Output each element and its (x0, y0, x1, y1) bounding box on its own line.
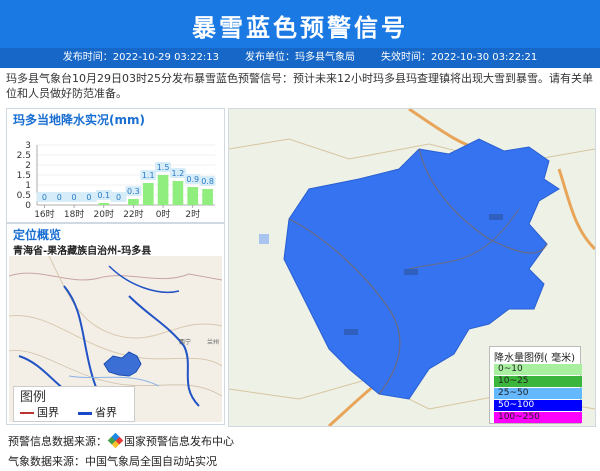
precip-bar (98, 203, 110, 205)
data-label: 1.2 (172, 169, 185, 178)
precip-legend-item-0-10: 0~10 (494, 364, 582, 375)
location-panel: 定位概览 青海省-果洛藏族自治州-玛多县 西宁 兰州 图例 国界 省界 (6, 223, 225, 425)
precip-legend-item-100-250: 100~250 (494, 412, 582, 423)
warning-description: 玛多县气象台10月29日03时25分发布暴雪蓝色预警信号：预计未来12小时玛多县… (6, 72, 593, 100)
expire-time: 失效时间：2022-10-30 03:22:21 (381, 52, 538, 63)
rainfall-chart: 00.511.522.530 0 0 0 0.1 00.31.11.51.20.9 0.81… (17, 141, 216, 220)
overview-minimap[interactable]: 西宁 兰州 图例 国界 省界 (9, 256, 222, 422)
data-label: 0 (116, 193, 121, 202)
minimap-city-lanzhou: 兰州 (207, 338, 219, 346)
data-label: 0.3 (127, 187, 140, 196)
header-bar: 暴雪蓝色预警信号 (0, 0, 600, 48)
data-label: 0 (72, 193, 77, 202)
data-label: 1.5 (157, 163, 170, 172)
data-label: 0 (57, 193, 62, 202)
precipitation-legend: 降水量图例( 毫米) 0~10 10~25 25~50 50~100 100~2… (489, 346, 582, 424)
precip-bar (187, 187, 199, 205)
x-tick-label: 0时 (156, 208, 171, 220)
warning-center-logo (107, 432, 124, 449)
precip-legend-item-50-100: 50~100 (494, 400, 582, 411)
weather-source: 气象数据来源：中国气象局全国自动站实况 (8, 455, 217, 468)
legend-title: 图例 (20, 390, 47, 405)
precip-legend-title: 降水量图例( 毫米) (494, 353, 575, 364)
y-tick-label: 0 (25, 201, 31, 211)
country-border-swatch (20, 412, 34, 414)
data-label: 1.1 (142, 171, 155, 180)
warning-map[interactable]: 降水量图例( 毫米) 0~10 10~25 25~50 50~100 100~2… (228, 108, 596, 427)
precip-bar (142, 183, 154, 205)
x-tick-label: 20时 (94, 208, 114, 220)
precip-bar (128, 199, 139, 205)
y-tick-label: 1 (25, 181, 31, 191)
precip-legend-item-25-50: 25~50 (494, 388, 582, 399)
y-tick-label: 1.5 (17, 171, 31, 181)
y-tick-label: 2 (25, 161, 31, 171)
minimap-city-xining: 西宁 (179, 338, 191, 346)
precip-bar (157, 175, 169, 205)
legend-country: 国界 (20, 404, 59, 420)
province-border-swatch (78, 411, 92, 415)
precip-bar (202, 189, 213, 205)
publisher: 发布单位：玛多县气象局 (245, 52, 355, 63)
data-label: 0.8 (201, 177, 214, 186)
y-tick-label: 0.5 (17, 191, 31, 201)
data-label: 0 (42, 193, 47, 202)
warning-source-label: 预警信息数据来源： (8, 435, 107, 448)
x-tick-label: 22时 (123, 208, 143, 220)
publish-time: 发布时间：2022-10-29 03:22:13 (62, 52, 219, 63)
x-tick-label: 18时 (64, 208, 84, 220)
x-tick-label: 16时 (34, 208, 54, 220)
meta-bar: 发布时间：2022-10-29 03:22:13 发布单位：玛多县气象局 失效时… (0, 48, 600, 68)
minimap-legend: 图例 国界 省界 (13, 386, 135, 422)
data-label: 0.1 (97, 191, 110, 200)
data-label: 0.9 (186, 175, 199, 184)
legend-province: 省界 (78, 404, 117, 420)
warning-source-name: 国家预警信息发布中心 (124, 435, 234, 448)
page-title: 暴雪蓝色预警信号 (192, 14, 408, 42)
location-title: 定位概览 (13, 228, 62, 242)
location-region: 青海省-果洛藏族自治州-玛多县 (13, 246, 152, 257)
y-tick-label: 2.5 (17, 151, 31, 161)
rainfall-panel: 玛多当地降水实况(mm) 0 0.5 1 1.5 2 2.5 3 0 0 0 0 0.1 0 0.3 1.1… (6, 108, 225, 223)
data-label: 0 (86, 193, 91, 202)
y-tick-label: 3 (25, 141, 31, 151)
precip-bar (172, 181, 184, 205)
precip-legend-item-10-25: 10~25 (494, 376, 582, 387)
warning-source: 预警信息数据来源： 国家预警信息发布中心 (8, 432, 234, 449)
x-tick-label: 2时 (185, 208, 200, 220)
